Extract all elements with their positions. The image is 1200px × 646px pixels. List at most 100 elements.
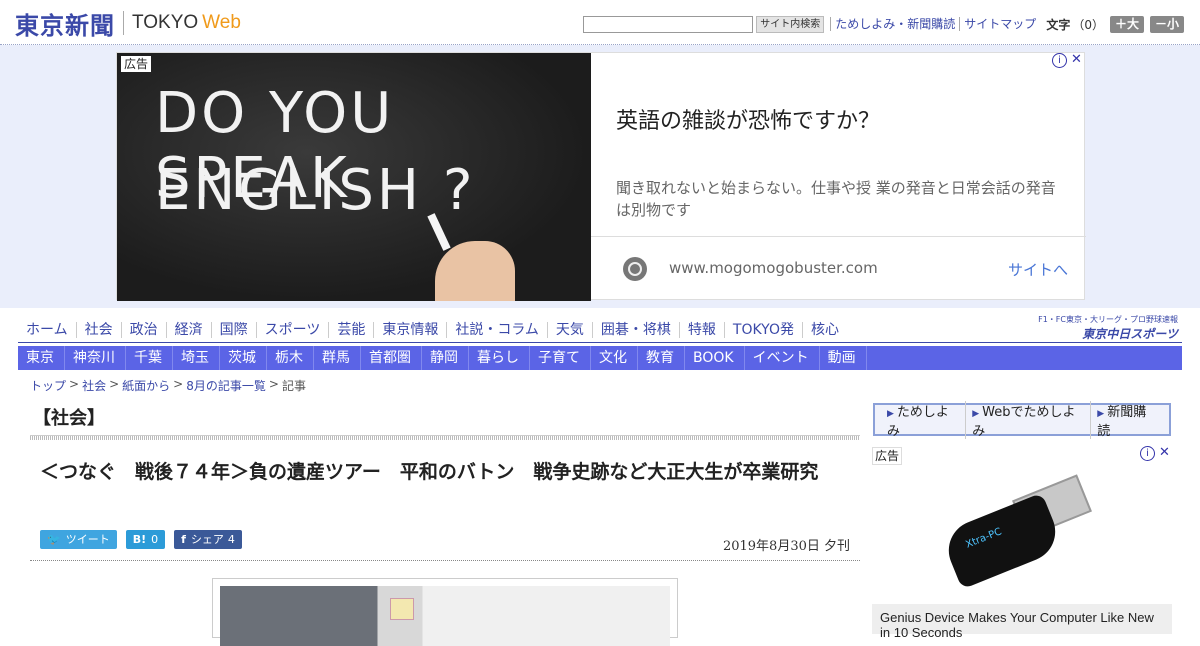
sidebar-ad[interactable]: 広告 i ✕ Xtra-PC Genius Device Makes Your … bbox=[872, 446, 1172, 640]
font-smaller-button[interactable]: －小 bbox=[1149, 15, 1184, 33]
nav-item-politics[interactable]: 政治 bbox=[120, 322, 166, 338]
ad-text-area[interactable]: 英語の雑談が恐怖ですか？ 聞き取れないと始まらない。仕事や授 業の発音と日常会話… bbox=[591, 53, 1086, 236]
nav2-item-shutoken[interactable]: 首都圏 bbox=[361, 346, 422, 370]
search-button[interactable]: サイト内検索 bbox=[756, 15, 825, 33]
nav2-item-book[interactable]: BOOK bbox=[685, 346, 745, 370]
breadcrumb-separator: > bbox=[268, 377, 279, 391]
primary-nav: ホーム 社会 政治 経済 国際 スポーツ 芸能 東京情報 社説・コラム 天気 囲… bbox=[18, 316, 1018, 344]
logo-divider bbox=[123, 11, 124, 35]
breadcrumb-society[interactable]: 社会 bbox=[82, 377, 106, 394]
nav-item-home[interactable]: ホーム bbox=[18, 322, 76, 338]
hatena-count: 0 bbox=[151, 533, 159, 546]
nav-item-tokyo-info[interactable]: 東京情報 bbox=[373, 322, 446, 338]
logo-tokyo-shimbun: 東京新聞 bbox=[15, 10, 115, 40]
breadcrumb-separator: > bbox=[173, 377, 184, 391]
chunichi-tagline: F1・FC東京・大リーグ・プロ野球速報 bbox=[1038, 315, 1178, 324]
promo-web-trial-label: Webでためしよみ bbox=[972, 404, 1076, 439]
breadcrumb-archive[interactable]: 8月の記事一覧 bbox=[186, 377, 266, 394]
nav-divider bbox=[18, 342, 1182, 343]
info-icon[interactable]: i bbox=[1140, 446, 1155, 461]
header-tools: サイト内検索 ためしよみ・新聞購読 サイトマップ 文字 （0） ＋大 －小 bbox=[583, 14, 1184, 34]
trial-subscribe-link[interactable]: ためしよみ・新聞購読 bbox=[830, 17, 959, 31]
info-icon[interactable]: i bbox=[1052, 53, 1067, 68]
usb-device-image[interactable]: Xtra-PC bbox=[939, 471, 1097, 590]
tweet-label: ツイート bbox=[65, 533, 110, 546]
nav2-item-kanagawa[interactable]: 神奈川 bbox=[65, 346, 126, 370]
triangle-right-icon: ▶ bbox=[887, 408, 894, 419]
photo-sign bbox=[390, 598, 414, 620]
nav-item-society[interactable]: 社会 bbox=[75, 322, 121, 338]
nav2-item-tokyo[interactable]: 東京 bbox=[18, 346, 65, 370]
nav2-item-shizuoka[interactable]: 静岡 bbox=[422, 346, 469, 370]
top-ad-card[interactable]: 広告 DO YOU SPEAK ENGLISH ? 英語の雑談が恐怖ですか？ 聞… bbox=[116, 52, 1086, 301]
facebook-share-label: シェア bbox=[190, 533, 224, 546]
regional-nav: 東京 神奈川 千葉 埼玉 茨城 栃木 群馬 首都圏 静岡 暮らし 子育て 文化 … bbox=[18, 346, 1182, 370]
ad-footer[interactable]: www.mogomogobuster.com サイトへ bbox=[591, 236, 1086, 301]
section-title: 【社会】 bbox=[33, 408, 105, 429]
ad-url[interactable]: www.mogomogobuster.com bbox=[669, 259, 878, 277]
adchoices[interactable]: i ✕ bbox=[1052, 53, 1084, 68]
promo-trial[interactable]: ▶ ためしよみ bbox=[887, 400, 967, 439]
nav-item-weather[interactable]: 天気 bbox=[546, 322, 592, 338]
site-header: 東京新聞 TOKYO Web サイト内検索 ためしよみ・新聞購読 サイトマップ … bbox=[0, 0, 1200, 45]
promo-web-trial[interactable]: ▶ Webでためしよみ bbox=[972, 400, 1092, 439]
subscription-promo: ▶ ためしよみ ▶ Webでためしよみ ▶ 新聞購読 bbox=[873, 400, 1171, 439]
facebook-icon: f bbox=[181, 533, 186, 546]
nav-item-tokyo-hatsu[interactable]: TOKYO発 bbox=[723, 322, 802, 338]
nav-item-entertainment[interactable]: 芸能 bbox=[328, 322, 373, 338]
nav2-item-bunka[interactable]: 文化 bbox=[591, 346, 638, 370]
nav-item-tokuho[interactable]: 特報 bbox=[678, 322, 724, 338]
hatena-icon: B! bbox=[132, 533, 147, 546]
nav2-item-gunma[interactable]: 群馬 bbox=[314, 346, 361, 370]
close-icon[interactable]: ✕ bbox=[1069, 53, 1084, 68]
nav2-item-saitama[interactable]: 埼玉 bbox=[173, 346, 220, 370]
facebook-share-button[interactable]: f シェア 4 bbox=[174, 530, 242, 549]
nav2-item-tochigi[interactable]: 栃木 bbox=[267, 346, 314, 370]
promo-subscribe-label: 新聞購読 bbox=[1097, 404, 1147, 439]
promo-subscribe[interactable]: ▶ 新聞購読 bbox=[1097, 401, 1163, 439]
nav2-item-kosodate[interactable]: 子育て bbox=[530, 346, 591, 370]
font-larger-button[interactable]: ＋大 bbox=[1109, 15, 1144, 33]
close-icon[interactable]: ✕ bbox=[1157, 446, 1172, 461]
hatena-bookmark-button[interactable]: B! 0 bbox=[125, 530, 166, 549]
search-input[interactable] bbox=[583, 15, 754, 33]
sidebar-ad-label: 広告 bbox=[872, 447, 903, 465]
article-headline: ＜つなぐ 戦後７４年＞負の遺産ツアー 平和のバトン 戦争史跡など大正大生が卒業研… bbox=[40, 461, 819, 483]
logo-tokyo: TOKYO bbox=[132, 12, 199, 33]
logo-web: Web bbox=[202, 12, 241, 33]
tweet-button[interactable]: 🐦 ツイート bbox=[40, 530, 117, 549]
article-photo[interactable] bbox=[212, 578, 678, 646]
nav2-item-video[interactable]: 動画 bbox=[820, 346, 867, 370]
nav-item-go-shogi[interactable]: 囲碁・将棋 bbox=[591, 322, 679, 338]
nav2-item-kyoiku[interactable]: 教育 bbox=[638, 346, 685, 370]
chunichi-sports-banner[interactable]: F1・FC東京・大リーグ・プロ野球速報 東京中日スポーツ bbox=[1038, 314, 1178, 342]
triangle-right-icon: ▶ bbox=[1097, 408, 1105, 419]
article-photo-image bbox=[220, 586, 670, 646]
breadcrumb-current: 記事 bbox=[281, 379, 306, 393]
nav2-item-kurashi[interactable]: 暮らし bbox=[469, 346, 530, 370]
hand-image bbox=[435, 241, 515, 301]
nav-item-world[interactable]: 国際 bbox=[210, 322, 256, 338]
nav2-item-event[interactable]: イベント bbox=[745, 346, 820, 370]
nav-item-economy[interactable]: 経済 bbox=[165, 322, 211, 338]
nav-item-editorial[interactable]: 社説・コラム bbox=[446, 322, 547, 338]
breadcrumb-top[interactable]: トップ bbox=[30, 377, 66, 394]
ad-image-chalkboard[interactable]: 広告 DO YOU SPEAK ENGLISH ? bbox=[117, 53, 591, 301]
nav2-item-ibaraki[interactable]: 茨城 bbox=[220, 346, 267, 370]
sitemap-link[interactable]: サイトマップ bbox=[959, 17, 1040, 31]
ad-title[interactable]: 英語の雑談が恐怖ですか？ bbox=[616, 103, 880, 135]
nav-item-kakushin[interactable]: 核心 bbox=[801, 322, 847, 338]
sidebar-adchoices[interactable]: i ✕ bbox=[1140, 446, 1172, 461]
chunichi-logo: 東京中日スポーツ bbox=[1082, 327, 1178, 341]
breadcrumb-separator: > bbox=[69, 377, 80, 391]
nav-item-sports[interactable]: スポーツ bbox=[255, 322, 329, 338]
top-ad-band: 広告 DO YOU SPEAK ENGLISH ? 英語の雑談が恐怖ですか？ 聞… bbox=[0, 45, 1200, 308]
ad-description: 聞き取れないと始まらない。仕事や授 業の発音と日常会話の発音は別物です bbox=[616, 179, 1056, 219]
article-date: 2019年8月30日 夕刊 bbox=[722, 539, 850, 554]
ad-cta-link[interactable]: サイトへ bbox=[1008, 259, 1068, 280]
section-divider bbox=[30, 435, 860, 440]
font-size-count: （0） bbox=[1072, 17, 1104, 32]
breadcrumb-print[interactable]: 紙面から bbox=[122, 377, 170, 394]
site-logo[interactable]: 東京新聞 TOKYO Web bbox=[15, 8, 241, 40]
nav2-item-chiba[interactable]: 千葉 bbox=[126, 346, 173, 370]
